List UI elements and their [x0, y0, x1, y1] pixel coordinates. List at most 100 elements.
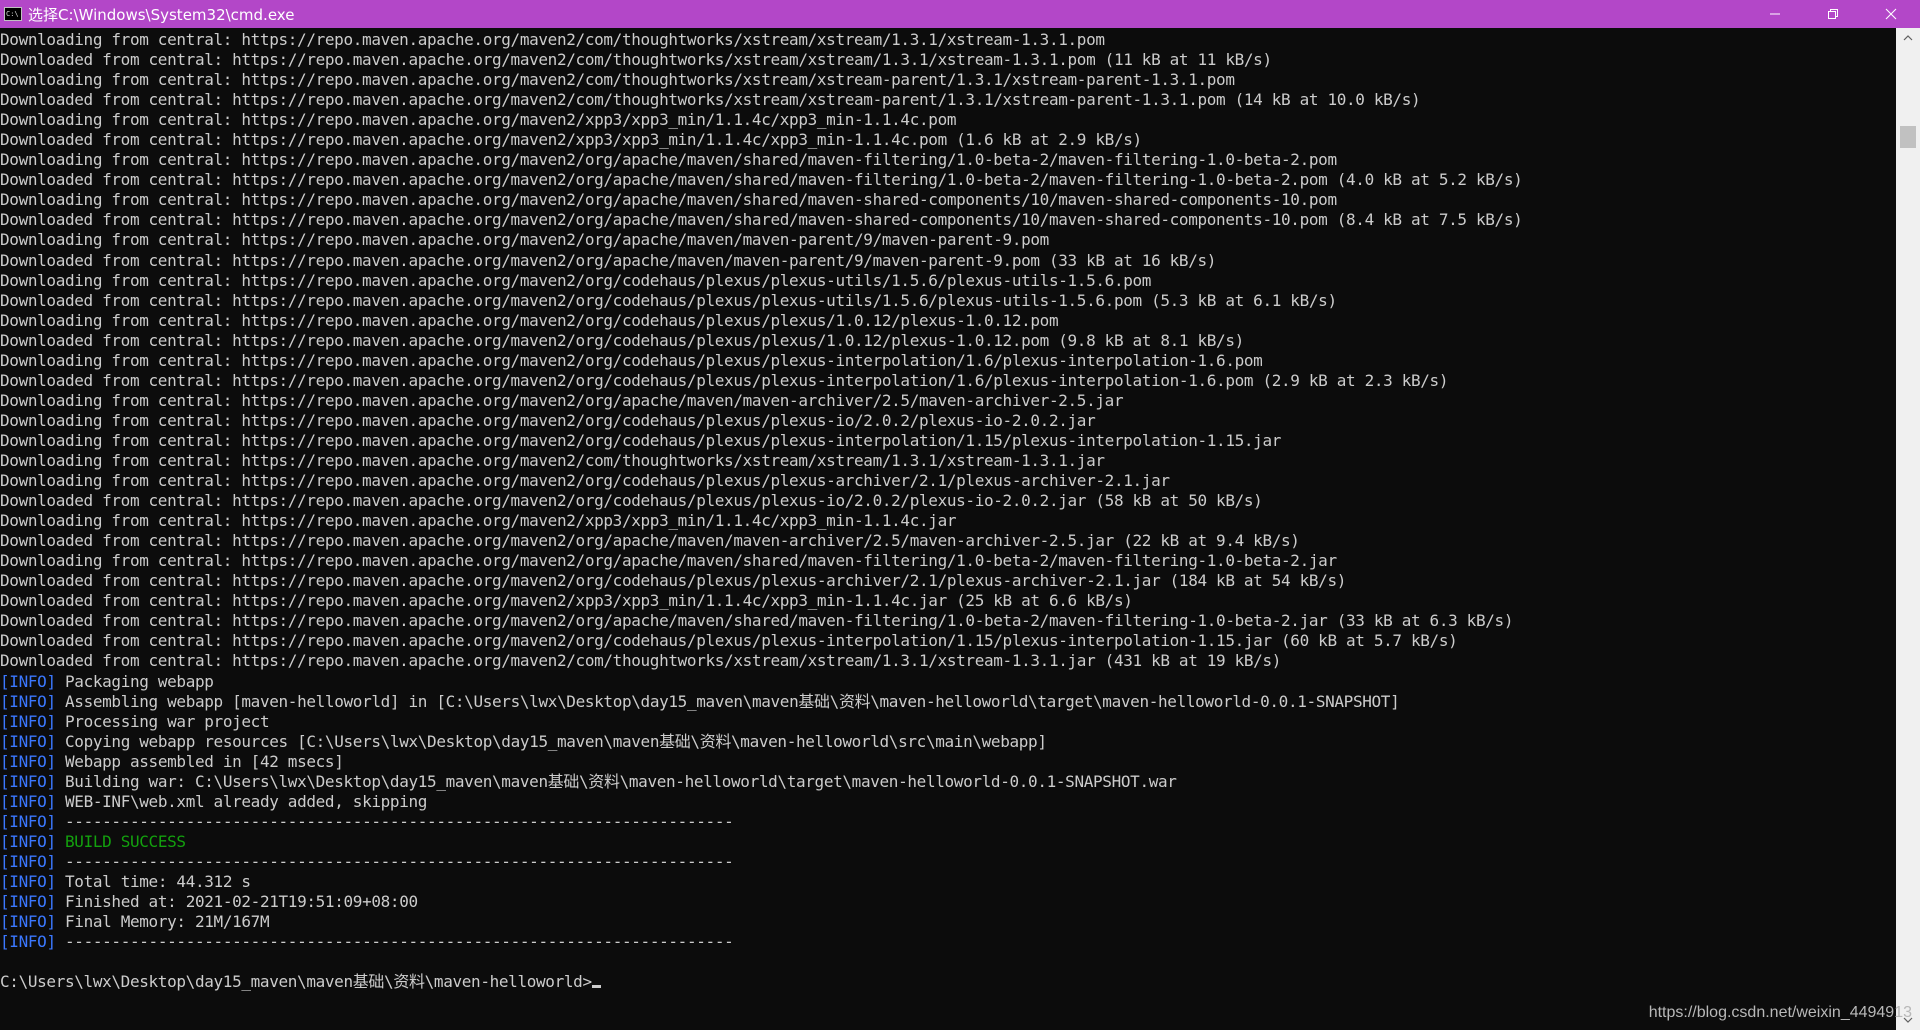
- info-message: Copying webapp resources [C:\Users\lwx\D…: [65, 731, 1047, 751]
- info-line: [INFO] BUILD SUCCESS: [0, 832, 1896, 852]
- info-line: [INFO] ---------------------------------…: [0, 812, 1896, 832]
- info-tag: INFO: [9, 932, 47, 952]
- info-line: [INFO] WEB-INF\web.xml already added, sk…: [0, 792, 1896, 812]
- info-message: WEB-INF\web.xml already added, skipping: [65, 791, 428, 811]
- info-bracket-open: [: [0, 751, 10, 771]
- info-line: [INFO] Assembling webapp [maven-hellowor…: [0, 692, 1896, 712]
- info-message: ----------------------------------------…: [65, 932, 734, 952]
- console-line: Downloading from central: https://repo.m…: [0, 150, 1337, 170]
- console-line: Downloaded from central: https://repo.ma…: [0, 591, 1133, 611]
- info-line: [INFO] Processing war project: [0, 712, 1896, 732]
- info-bracket-close: ]: [46, 731, 66, 751]
- minimize-button[interactable]: [1746, 0, 1804, 28]
- console-line: Downloaded from central: https://repo.ma…: [0, 531, 1300, 551]
- info-bracket-close: ]: [46, 691, 66, 711]
- info-tag: INFO: [9, 691, 47, 711]
- console-line: Downloaded from central: https://repo.ma…: [0, 250, 1217, 270]
- title-bar[interactable]: C:\ 选择C:\Windows\System32\cmd.exe: [0, 0, 1920, 28]
- restore-button[interactable]: [1804, 0, 1862, 28]
- console-line: Downloaded from central: https://repo.ma…: [0, 210, 1523, 230]
- scroll-up-button[interactable]: [1896, 28, 1920, 48]
- close-icon: [1885, 8, 1897, 20]
- info-message: Final Memory: 21M/167M: [65, 912, 270, 932]
- console-line: Downloading from central: https://repo.m…: [0, 450, 1105, 470]
- console-line: Downloading from central: https://repo.m…: [0, 310, 1059, 330]
- info-bracket-close: ]: [46, 671, 66, 691]
- restore-icon: [1828, 9, 1838, 19]
- console-line: Downloading from central: https://repo.m…: [0, 430, 1282, 450]
- command-prompt[interactable]: C:\Users\lwx\Desktop\day15_maven\maven基础…: [0, 972, 1896, 992]
- cmd-app-icon[interactable]: C:\: [4, 7, 22, 21]
- info-line: [INFO] Final Memory: 21M/167M: [0, 912, 1896, 932]
- console-line: Downloading from central: https://repo.m…: [0, 471, 1170, 491]
- console-line: Downloaded from central: https://repo.ma…: [0, 370, 1449, 390]
- info-bracket-open: [: [0, 851, 10, 871]
- console-line: Downloading from central: https://repo.m…: [0, 511, 957, 531]
- console-line: Downloaded from central: https://repo.ma…: [0, 90, 1421, 110]
- cmd-window: C:\ 选择C:\Windows\System32\cmd.exe Downlo…: [0, 0, 1920, 1030]
- scrollbar-thumb[interactable]: [1900, 126, 1916, 148]
- close-button[interactable]: [1862, 0, 1920, 28]
- info-bracket-close: ]: [46, 892, 66, 912]
- prompt-path: C:\Users\lwx\Desktop\day15_maven\maven基础…: [0, 972, 592, 992]
- info-bracket-open: [: [0, 811, 10, 831]
- info-bracket-close: ]: [46, 912, 66, 932]
- info-line: [INFO] Finished at: 2021-02-21T19:51:09+…: [0, 892, 1896, 912]
- info-bracket-open: [: [0, 671, 10, 691]
- console-line: Downloading from central: https://repo.m…: [0, 270, 1152, 290]
- info-bracket-close: ]: [46, 771, 66, 791]
- console-line: Downloaded from central: https://repo.ma…: [0, 571, 1347, 591]
- info-tag: INFO: [9, 671, 47, 691]
- info-bracket-open: [: [0, 912, 10, 932]
- info-message: Packaging webapp: [65, 671, 214, 691]
- console-output[interactable]: Downloading from central: https://repo.m…: [0, 30, 1896, 1030]
- info-line: [INFO] ---------------------------------…: [0, 852, 1896, 872]
- info-bracket-open: [: [0, 711, 10, 731]
- info-message: Building war: C:\Users\lwx\Desktop\day15…: [65, 771, 1177, 791]
- info-bracket-close: ]: [46, 751, 66, 771]
- info-line: [INFO] ---------------------------------…: [0, 932, 1896, 952]
- console-line: Downloaded from central: https://repo.ma…: [0, 651, 1282, 671]
- info-message: Total time: 44.312 s: [65, 871, 251, 891]
- info-tag: INFO: [9, 811, 47, 831]
- info-message: ----------------------------------------…: [65, 811, 734, 831]
- info-tag: INFO: [9, 791, 47, 811]
- console-line: Downloaded from central: https://repo.ma…: [0, 330, 1244, 350]
- info-bracket-close: ]: [46, 871, 66, 891]
- info-tag: INFO: [9, 851, 47, 871]
- chevron-up-icon: [1903, 35, 1913, 41]
- info-message: Webapp assembled in [42 msecs]: [65, 751, 344, 771]
- console-line: Downloaded from central: https://repo.ma…: [0, 631, 1458, 651]
- vertical-scrollbar[interactable]: [1896, 28, 1920, 1030]
- info-tag: INFO: [9, 771, 47, 791]
- window-title: 选择C:\Windows\System32\cmd.exe: [28, 5, 295, 24]
- info-message: Assembling webapp [maven-helloworld] in …: [65, 691, 1400, 711]
- info-bracket-open: [: [0, 871, 10, 891]
- info-message: ----------------------------------------…: [65, 851, 734, 871]
- info-bracket-open: [: [0, 892, 10, 912]
- console-line: Downloaded from central: https://repo.ma…: [0, 611, 1514, 631]
- console-line: Downloaded from central: https://repo.ma…: [0, 50, 1272, 70]
- console-line: Downloading from central: https://repo.m…: [0, 390, 1124, 410]
- info-bracket-open: [: [0, 691, 10, 711]
- info-line: [INFO] Total time: 44.312 s: [0, 872, 1896, 892]
- console-line: Downloading from central: https://repo.m…: [0, 110, 957, 130]
- console-line: Downloading from central: https://repo.m…: [0, 350, 1263, 370]
- info-tag: INFO: [9, 711, 47, 731]
- watermark-text: https://blog.csdn.net/weixin_4494913: [1648, 1004, 1912, 1021]
- info-line: [INFO] Packaging webapp: [0, 672, 1896, 692]
- info-tag: INFO: [9, 831, 47, 851]
- console-line: Downloaded from central: https://repo.ma…: [0, 491, 1263, 511]
- info-bracket-open: [: [0, 731, 10, 751]
- console-line: Downloading from central: https://repo.m…: [0, 30, 1105, 49]
- info-tag: INFO: [9, 751, 47, 771]
- info-tag: INFO: [9, 871, 47, 891]
- info-message: Processing war project: [65, 711, 270, 731]
- info-tag: INFO: [9, 892, 47, 912]
- console-line: Downloading from central: https://repo.m…: [0, 190, 1337, 210]
- info-message: Finished at: 2021-02-21T19:51:09+08:00: [65, 892, 418, 912]
- info-bracket-close: ]: [46, 791, 66, 811]
- console-line: Downloaded from central: https://repo.ma…: [0, 170, 1523, 190]
- info-line: [INFO] Webapp assembled in [42 msecs]: [0, 752, 1896, 772]
- build-success-text: BUILD SUCCESS: [65, 831, 186, 851]
